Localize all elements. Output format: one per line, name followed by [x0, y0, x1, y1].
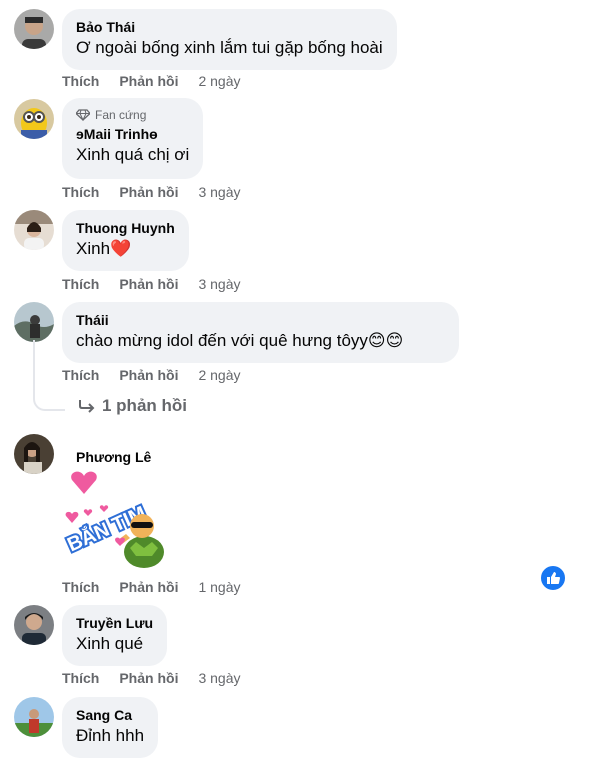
diamond-icon	[76, 109, 90, 121]
comment-text: Xinh❤️	[76, 237, 175, 261]
like-button[interactable]: Thích	[62, 670, 99, 686]
comment-text-body: Xinh	[76, 239, 111, 258]
avatar[interactable]	[14, 605, 54, 645]
comment-actions: Thích Phản hồi 3 ngày	[62, 670, 261, 686]
like-button[interactable]: Thích	[62, 184, 99, 200]
comment-bubble: Sang Ca Đỉnh hhh	[62, 697, 159, 758]
timestamp[interactable]: 2 ngày	[198, 367, 240, 383]
sticker[interactable]: BẮN TIM	[60, 468, 170, 572]
commenter-name[interactable]: Phương Lê	[76, 448, 151, 466]
reply-arrow-icon	[79, 400, 95, 413]
smile-emoji: 😊😊	[367, 331, 404, 350]
reply-button[interactable]: Phản hồi	[119, 73, 178, 89]
comment-actions: Thích Phản hồi 3 ngày	[62, 184, 261, 200]
avatar[interactable]	[14, 697, 54, 737]
comment-text: Đỉnh hhh	[76, 726, 145, 745]
comment-bubble: Fan cứng ɘMaii Trinhɵ Xinh quá chị ơi	[62, 98, 204, 179]
timestamp[interactable]: 3 ngày	[198, 276, 240, 292]
commenter-name[interactable]: Bảo Thái	[76, 18, 383, 36]
timestamp[interactable]: 2 ngày	[198, 73, 240, 89]
avatar[interactable]	[14, 99, 54, 139]
timestamp[interactable]: 3 ngày	[198, 670, 240, 686]
reply-button[interactable]: Phản hồi	[119, 276, 178, 292]
like-button[interactable]: Thích	[62, 73, 99, 89]
like-reaction-icon[interactable]	[539, 564, 567, 592]
commenter-name[interactable]: Truyền Lưu	[76, 614, 153, 632]
reply-button[interactable]: Phản hồi	[119, 184, 178, 200]
view-replies-link[interactable]: 1 phản hồi	[78, 396, 187, 416]
comment-actions: Thích Phản hồi 1 ngày	[62, 579, 261, 595]
reply-button[interactable]: Phản hồi	[119, 670, 178, 686]
reply-button[interactable]: Phản hồi	[119, 367, 178, 383]
replies-count[interactable]: 1 phản hồi	[102, 396, 187, 416]
comment-bubble: Bảo Thái Ơ ngoài bống xinh lắm tui gặp b…	[62, 9, 397, 70]
comment-actions: Thích Phản hồi 3 ngày	[62, 276, 261, 292]
reply-thread-line	[33, 340, 65, 411]
avatar[interactable]	[14, 9, 54, 49]
commenter-name[interactable]: ɘMaii Trinhɵ	[76, 125, 189, 143]
comment-text-body: chào mừng idol đến với quê hưng tôyy	[76, 331, 368, 350]
timestamp[interactable]: 1 ngày	[198, 579, 240, 595]
comment-text: Xinh qué	[76, 634, 144, 653]
comment-bubble: Truyền Lưu Xinh qué	[62, 605, 168, 666]
comment-text: Xinh quá chị ơi	[76, 145, 190, 164]
commenter-name[interactable]: Thuong Huynh	[76, 219, 175, 237]
like-button[interactable]: Thích	[62, 276, 99, 292]
commenter-name[interactable]: Sang Ca	[76, 706, 144, 724]
fan-badge: Fan cứng	[76, 107, 189, 123]
reply-button[interactable]: Phản hồi	[119, 579, 178, 595]
like-button[interactable]: Thích	[62, 579, 99, 595]
timestamp[interactable]: 3 ngày	[198, 184, 240, 200]
badge-label: Fan cứng	[95, 108, 147, 122]
comment-text: chào mừng idol đến với quê hưng tôyy😊😊	[76, 329, 445, 353]
comment-actions: Thích Phản hồi 2 ngày	[62, 73, 261, 89]
comment-text: Ơ ngoài bống xinh lắm tui gặp bống hoài	[76, 38, 383, 57]
like-button[interactable]: Thích	[62, 367, 99, 383]
avatar[interactable]	[14, 302, 54, 342]
commenter-name[interactable]: Tháii	[76, 311, 445, 329]
avatar[interactable]	[14, 434, 54, 474]
comment-bubble: Thuong Huynh Xinh❤️	[62, 210, 189, 271]
avatar[interactable]	[14, 210, 54, 250]
comment-actions: Thích Phản hồi 2 ngày	[62, 367, 261, 383]
heart-emoji: ❤️	[110, 239, 132, 258]
comment-bubble: Tháii chào mừng idol đến với quê hưng tô…	[62, 302, 459, 363]
